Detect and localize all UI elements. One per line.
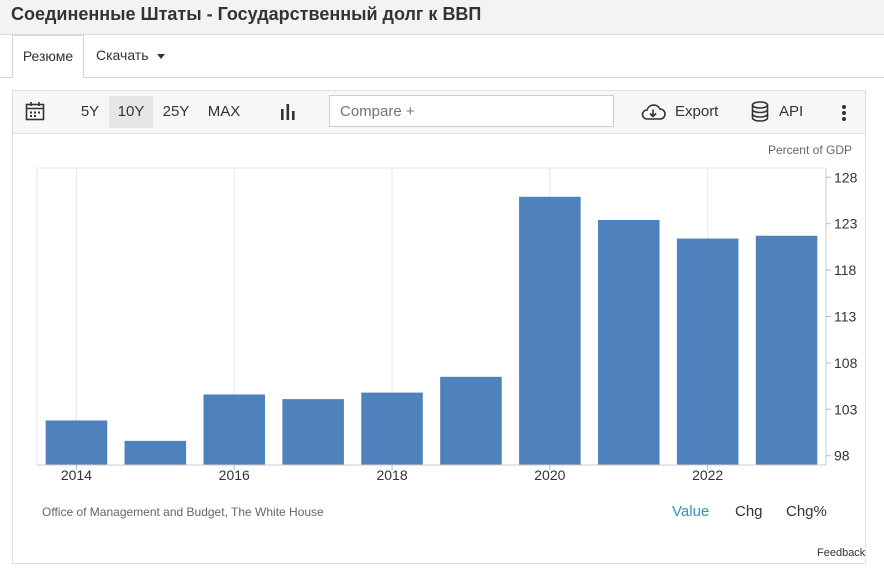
tab-download-label: Скачать [96,47,149,63]
chart-type-icon[interactable] [280,103,296,125]
range-10y-button[interactable]: 10Y [109,96,153,128]
source-label: Office of Management and Budget, The Whi… [42,505,324,519]
export-button[interactable]: Export [675,96,718,128]
tab-summary[interactable]: Резюме [12,35,84,78]
caret-down-icon [156,53,165,59]
cloud-download-icon[interactable] [640,102,666,127]
view-chg-button[interactable]: Chg [735,503,763,520]
range-max-button[interactable]: MAX [201,96,247,128]
tab-bar: Резюме Скачать [0,35,884,78]
chart-panel: 5Y 10Y 25Y MAX Export [12,90,866,564]
title-bar: Соединенные Штаты - Государственный долг… [0,0,884,35]
page-title: Соединенные Штаты - Государственный долг… [11,4,482,24]
compare-input[interactable] [329,95,614,127]
range-25y-button[interactable]: 25Y [157,96,195,128]
more-options-icon[interactable] [841,104,847,127]
feedback-link[interactable]: Feedback [817,547,865,559]
view-value-button[interactable]: Value [672,503,709,520]
tab-download[interactable]: Скачать [96,35,165,77]
calendar-icon[interactable] [25,101,45,126]
chart-toolbar: 5Y 10Y 25Y MAX Export [13,91,865,134]
range-5y-button[interactable]: 5Y [75,96,105,128]
database-icon[interactable] [751,101,769,128]
api-button[interactable]: API [779,96,803,128]
view-chg-percent-button[interactable]: Chg% [786,503,827,520]
